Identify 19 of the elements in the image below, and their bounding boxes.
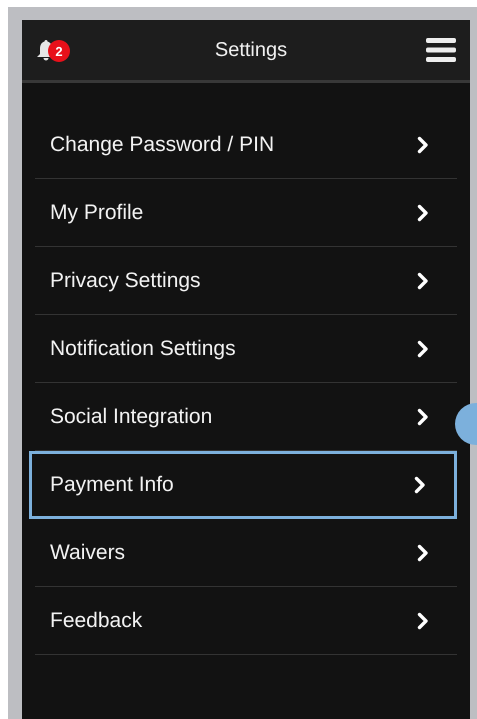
settings-item[interactable]: My Profile <box>35 179 457 247</box>
settings-item[interactable]: Privacy Settings <box>35 247 457 315</box>
menu-icon[interactable] <box>426 38 456 62</box>
chevron-icon <box>417 544 429 562</box>
chevron-icon <box>417 204 429 222</box>
chevron-icon <box>417 340 429 358</box>
notification-badge: 2 <box>48 40 70 62</box>
settings-item[interactable]: Change Password / PIN <box>35 111 457 179</box>
settings-item[interactable]: Notification Settings <box>35 315 457 383</box>
chevron-icon <box>417 612 429 630</box>
chevron-icon <box>414 476 426 494</box>
chevron-icon <box>417 408 429 426</box>
screen-title: Settings <box>214 38 288 62</box>
chevron-icon <box>417 272 429 290</box>
settings-item[interactable]: Waivers <box>35 519 457 587</box>
settings-item[interactable]: Social Integration <box>35 383 457 451</box>
settings-item[interactable]: Payment Info <box>29 451 457 519</box>
chevron-icon <box>417 136 429 154</box>
settings-item[interactable]: Feedback <box>35 587 457 655</box>
